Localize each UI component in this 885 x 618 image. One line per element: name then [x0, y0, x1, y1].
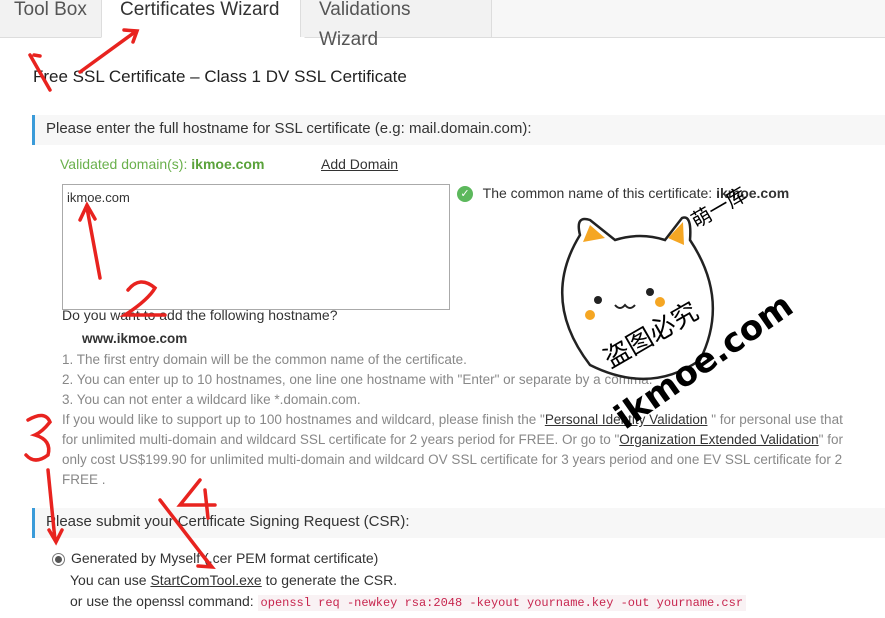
- radio-selected-icon[interactable]: [52, 552, 65, 566]
- section-hostname-header: Please enter the full hostname for SSL c…: [32, 115, 885, 145]
- common-name-status: ✓ The common name of this certificate: i…: [457, 185, 790, 203]
- openssl-command: openssl req -newkey rsa:2048 -keyout you…: [257, 595, 747, 611]
- upgrade-line-3: only cost US$199.90 for unlimited multi-…: [62, 452, 843, 467]
- watermark-cn-2: 盗图必究: [599, 297, 704, 375]
- upgrade-text-1: If you would like to support up to 100 h…: [62, 412, 545, 427]
- upgrade-line-1: If you would like to support up to 100 h…: [62, 412, 843, 427]
- tab-bar: Tool Box Certificates Wizard Validations…: [0, 0, 885, 50]
- tool-text-post: to generate the CSR.: [261, 572, 398, 588]
- tool-text-pre: You can use: [70, 572, 151, 588]
- openssl-label: or use the openssl command:: [70, 593, 254, 609]
- rule-3: 3. You can not enter a wildcard like *.d…: [62, 392, 361, 407]
- upgrade-text-2: " for personal use that: [707, 412, 843, 427]
- openssl-line: or use the openssl command: openssl req …: [70, 593, 747, 611]
- section-hostname-label: Please enter the full hostname for SSL c…: [46, 120, 532, 137]
- startcom-tool-line: You can use StartComTool.exe to generate…: [70, 572, 397, 588]
- add-hostname-question: Do you want to add the following hostnam…: [62, 307, 338, 323]
- tab-validations-wizard[interactable]: Validations Wizard: [300, 0, 492, 50]
- upgrade-text-3: for unlimited multi-domain and wildcard …: [62, 432, 620, 447]
- rule-2: 2. You can enter up to 10 hostnames, one…: [62, 372, 653, 387]
- csr-option-generated-by-myself[interactable]: Generated by Myself (.cer PEM format cer…: [52, 550, 378, 566]
- common-name-value: ikmoe.com: [716, 185, 790, 201]
- startcom-tool-link[interactable]: StartComTool.exe: [150, 572, 261, 588]
- validated-label: Validated domain(s):: [60, 156, 188, 172]
- add-domain-link[interactable]: Add Domain: [321, 156, 398, 172]
- radio-label: Generated by Myself (.cer PEM format cer…: [71, 550, 379, 566]
- personal-identity-validation-link[interactable]: Personal Identity Validation: [545, 412, 708, 427]
- validated-domain-value: ikmoe.com: [191, 156, 265, 172]
- page-title: Free SSL Certificate – Class 1 DV SSL Ce…: [33, 67, 407, 86]
- common-name-label: The common name of this certificate:: [482, 185, 713, 201]
- hostname-input[interactable]: ikmoe.com: [62, 184, 450, 310]
- section-csr-label: Please submit your Certificate Signing R…: [46, 513, 410, 530]
- organization-extended-validation-link[interactable]: Organization Extended Validation: [619, 432, 818, 447]
- suggested-hostname[interactable]: www.ikmoe.com: [82, 331, 187, 346]
- rule-1: 1. The first entry domain will be the co…: [62, 352, 467, 367]
- section-csr-header: Please submit your Certificate Signing R…: [32, 508, 885, 538]
- tab-certificates-wizard[interactable]: Certificates Wizard: [101, 0, 305, 38]
- upgrade-text-4: " for: [818, 432, 843, 447]
- upgrade-line-4: FREE .: [62, 472, 106, 487]
- check-circle-icon: ✓: [457, 186, 473, 203]
- upgrade-line-2: for unlimited multi-domain and wildcard …: [62, 432, 843, 447]
- validated-domains: Validated domain(s): ikmoe.com: [60, 156, 264, 172]
- annotation-mark-3: [24, 413, 53, 462]
